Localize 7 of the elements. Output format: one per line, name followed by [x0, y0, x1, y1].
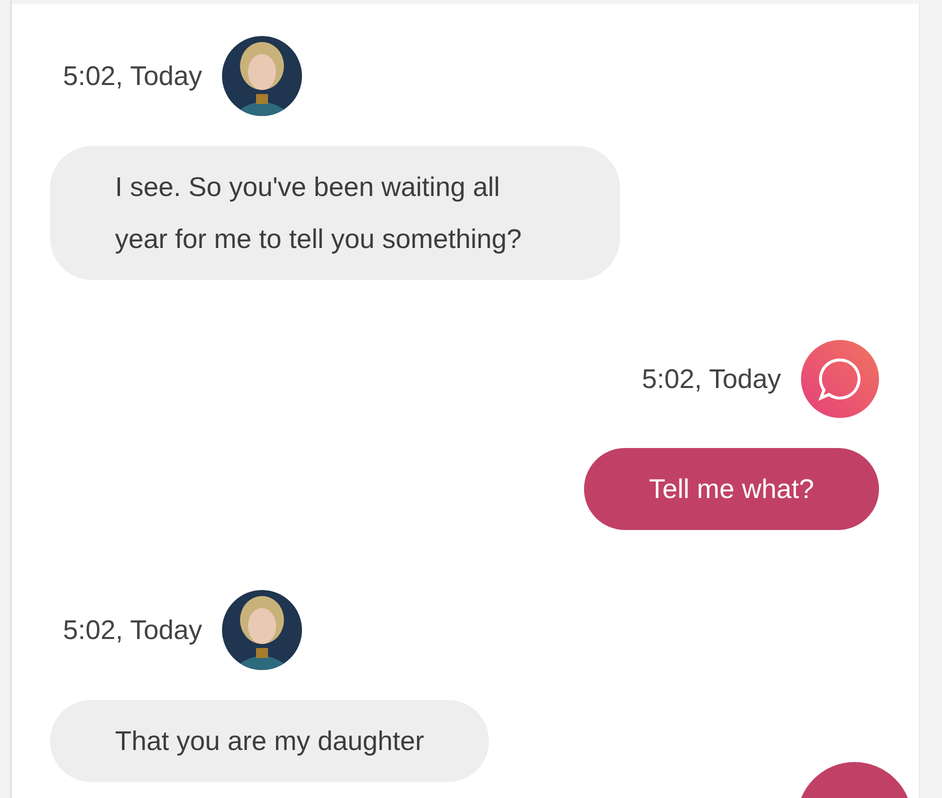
message-time: 5:02, Today [63, 614, 202, 646]
message-time: 5:02, Today [63, 60, 202, 92]
message-bubble: I see. So you've been waiting all year for me to tell you something? [50, 146, 620, 280]
message-time: 5:02, Today [642, 364, 781, 394]
message-bubble: That you are my daughter [50, 700, 490, 782]
chat-icon [801, 340, 879, 418]
message-bubble: Tell me what? [584, 448, 879, 530]
